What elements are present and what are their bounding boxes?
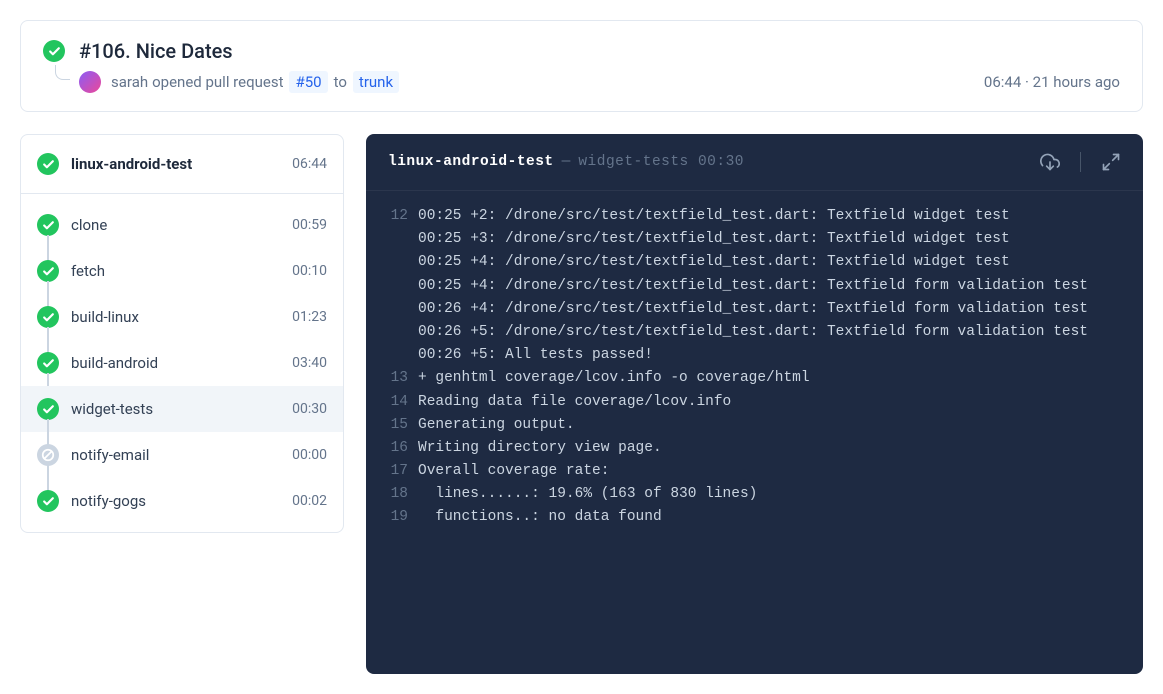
- step-duration: 00:02: [292, 493, 327, 509]
- branch-link[interactable]: trunk: [353, 71, 399, 93]
- log-line: 19 functions..: no data found: [380, 506, 1121, 529]
- step-clone[interactable]: clone 00:59: [21, 202, 343, 248]
- log-text: Generating output.: [418, 414, 575, 437]
- log-line: 14 Reading data file coverage/lcov.info: [380, 391, 1121, 414]
- check-icon: [37, 260, 59, 282]
- log-text: functions..: no data found: [418, 506, 662, 529]
- check-icon: [37, 490, 59, 512]
- step-name: notify-email: [71, 446, 149, 464]
- author-name: sarah: [111, 73, 148, 91]
- check-icon: [37, 352, 59, 374]
- step-build-linux[interactable]: build-linux 01:23: [21, 294, 343, 340]
- expand-icon[interactable]: [1101, 152, 1121, 172]
- line-number: 15: [380, 414, 408, 437]
- terminal-actions: [1040, 152, 1121, 172]
- line-number: 17: [380, 460, 408, 483]
- check-icon: [43, 40, 65, 62]
- action-separator: [1080, 152, 1081, 172]
- log-line: 13 + genhtml coverage/lcov.info -o covera…: [380, 367, 1121, 390]
- pipeline-sidebar: linux-android-test 06:44 clone 00:59 fetch…: [20, 134, 344, 533]
- step-notify-email[interactable]: notify-email 00:00: [21, 432, 343, 478]
- log-text: lines......: 19.6% (163 of 830 lines): [418, 483, 757, 506]
- step-name: fetch: [71, 262, 105, 280]
- terminal-header: linux-android-test — widget-tests 00:30: [366, 134, 1143, 191]
- step-duration: 00:00: [292, 447, 327, 463]
- step-fetch[interactable]: fetch 00:10: [21, 248, 343, 294]
- avatar: [79, 71, 101, 93]
- step-notify-gogs[interactable]: notify-gogs 00:02: [21, 478, 343, 524]
- log-line: 18 lines......: 19.6% (163 of 830 lines): [380, 483, 1121, 506]
- terminal-step-name: widget-tests: [578, 154, 688, 170]
- step-name: build-android: [71, 354, 158, 372]
- step-build-android[interactable]: build-android 03:40: [21, 340, 343, 386]
- log-text: Writing directory view page.: [418, 437, 662, 460]
- pipeline-duration: 06:44: [292, 156, 327, 172]
- log-text: Overall coverage rate:: [418, 460, 609, 483]
- pipeline-name: linux-android-test: [71, 155, 192, 173]
- step-duration: 03:40: [292, 355, 327, 371]
- action-text: opened pull request: [152, 73, 283, 91]
- build-title: #106. Nice Dates: [79, 39, 233, 63]
- step-duration: 00:30: [292, 401, 327, 417]
- log-text: + genhtml coverage/lcov.info -o coverage…: [418, 367, 810, 390]
- line-number: 12: [380, 205, 408, 367]
- step-duration: 00:10: [292, 263, 327, 279]
- download-icon[interactable]: [1040, 152, 1060, 172]
- terminal-title: linux-android-test: [388, 154, 554, 170]
- log-line: 17 Overall coverage rate:: [380, 460, 1121, 483]
- check-icon: [37, 153, 59, 175]
- step-duration: 01:23: [292, 309, 327, 325]
- skip-icon: [37, 444, 59, 466]
- build-meta: 06:44 · 21 hours ago: [984, 73, 1120, 91]
- log-line: 15 Generating output.: [380, 414, 1121, 437]
- build-time: 06:44: [984, 73, 1021, 91]
- line-number: 14: [380, 391, 408, 414]
- line-number: 18: [380, 483, 408, 506]
- step-name: build-linux: [71, 308, 139, 326]
- step-name: clone: [71, 216, 107, 234]
- check-icon: [37, 398, 59, 420]
- meta-sep: ·: [1021, 73, 1032, 91]
- log-line: 1200:25 +2: /drone/src/test/textfield_te…: [380, 205, 1121, 367]
- line-number: 13: [380, 367, 408, 390]
- build-header-top: #106. Nice Dates: [43, 39, 1120, 63]
- log-text: Reading data file coverage/lcov.info: [418, 391, 731, 414]
- step-duration: 00:59: [292, 217, 327, 233]
- log-text: 00:25 +2: /drone/src/test/textfield_test…: [418, 205, 1088, 367]
- line-number: 16: [380, 437, 408, 460]
- pipeline-header[interactable]: linux-android-test 06:44: [21, 135, 343, 194]
- terminal: linux-android-test — widget-tests 00:30 …: [366, 134, 1143, 674]
- terminal-subtitle: widget-tests 00:30: [578, 154, 744, 170]
- log-line: 16 Writing directory view page.: [380, 437, 1121, 460]
- step-name: notify-gogs: [71, 492, 146, 510]
- steps-list: clone00:59fetch00:10build-linux01:23buil…: [21, 194, 343, 532]
- build-subheader: sarah opened pull request #50 to trunk 0…: [79, 71, 1120, 93]
- terminal-separator: —: [562, 154, 571, 170]
- to-word: to: [334, 73, 347, 91]
- check-icon: [37, 214, 59, 236]
- line-number: 19: [380, 506, 408, 529]
- step-name: widget-tests: [71, 400, 153, 418]
- pr-link[interactable]: #50: [289, 71, 327, 93]
- terminal-step-time: 00:30: [698, 154, 744, 170]
- build-relative-time: 21 hours ago: [1033, 73, 1120, 91]
- terminal-body[interactable]: 1200:25 +2: /drone/src/test/textfield_te…: [366, 191, 1143, 552]
- check-icon: [37, 306, 59, 328]
- build-header: #106. Nice Dates sarah opened pull reque…: [20, 20, 1143, 112]
- step-widget-tests[interactable]: widget-tests 00:30: [21, 386, 343, 432]
